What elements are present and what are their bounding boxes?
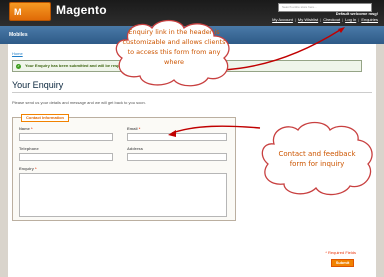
arrow-to-enquiries-link	[221, 29, 341, 71]
page: M Magento Search entire store here... De…	[0, 0, 384, 277]
arrowhead-top	[338, 27, 345, 33]
callout-text-top: Enquiry link in the header is customizab…	[122, 28, 226, 66]
arrowhead-form	[168, 130, 176, 137]
arrow-to-form	[171, 125, 261, 134]
callout-text-right: Contact and feedback form for inquiry	[278, 150, 356, 168]
